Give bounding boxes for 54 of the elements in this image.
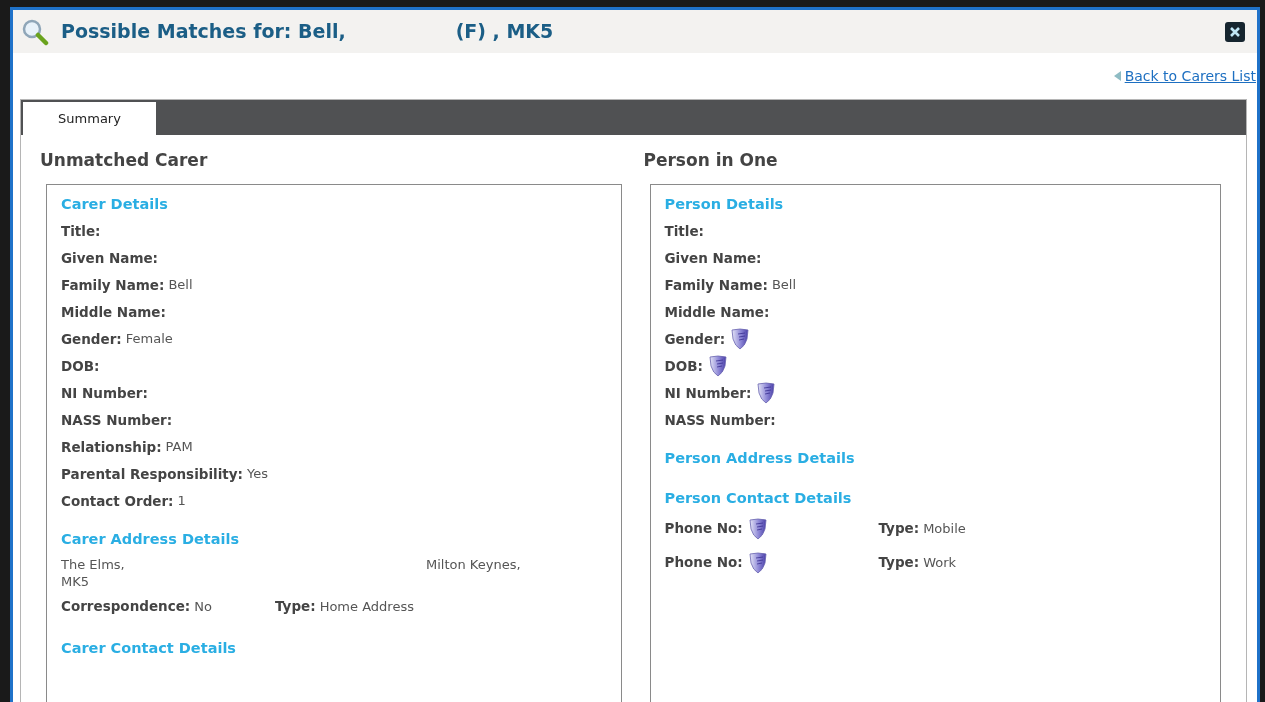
field-label: DOB: bbox=[664, 356, 703, 376]
section-title: Carer Details bbox=[61, 194, 169, 214]
field-label: Given Name: bbox=[664, 248, 762, 268]
section-title: Person Address Details bbox=[664, 448, 856, 468]
search-icon bbox=[21, 17, 49, 46]
field-label: Title: bbox=[664, 221, 704, 241]
field-value: Bell bbox=[771, 276, 797, 295]
field-label: NI Number: bbox=[61, 383, 148, 403]
field-label: Type: bbox=[275, 597, 316, 617]
field-value: 1 bbox=[177, 492, 186, 511]
close-button[interactable] bbox=[1225, 21, 1245, 42]
field-label: Correspondence: bbox=[61, 597, 191, 617]
field-label: NASS Number: bbox=[61, 410, 173, 430]
close-icon bbox=[1229, 25, 1241, 38]
panel-heading: Person in One bbox=[643, 149, 779, 172]
field-label: Gender: bbox=[664, 329, 726, 349]
field-label: Type: bbox=[878, 519, 920, 539]
panel-heading: Unmatched Carer bbox=[40, 149, 209, 172]
field-label: NI Number: bbox=[664, 383, 752, 403]
field-label: Contact Order: bbox=[61, 491, 174, 511]
field-label: Gender: bbox=[61, 329, 122, 349]
address-line: MK5 bbox=[61, 572, 90, 590]
window-title: Possible Matches for: Bell, bbox=[61, 19, 346, 45]
field-value: Mobile bbox=[923, 519, 966, 538]
tab[interactable]: Summary bbox=[23, 102, 156, 135]
field-label: Phone No: bbox=[664, 519, 743, 539]
field-label: DOB: bbox=[61, 356, 100, 376]
field-label: Family Name: bbox=[664, 275, 768, 295]
field-label: Type: bbox=[878, 553, 920, 573]
field-value: Bell bbox=[168, 276, 193, 295]
field-label: Given Name: bbox=[61, 248, 158, 268]
field-value: Home Address bbox=[319, 597, 414, 616]
section-title: Person Contact Details bbox=[664, 488, 853, 508]
section-title: Carer Address Details bbox=[61, 529, 241, 549]
field-value: Work bbox=[923, 553, 957, 572]
field-label: Middle Name: bbox=[664, 302, 770, 322]
window-title: (F) , MK5 bbox=[455, 19, 554, 45]
field-label: Title: bbox=[61, 221, 101, 241]
field-value: No bbox=[194, 597, 212, 616]
field-label: Middle Name: bbox=[61, 302, 166, 322]
field-value: PAM bbox=[165, 438, 193, 457]
field-value: Female bbox=[125, 330, 173, 349]
caret-left-icon bbox=[1113, 71, 1121, 81]
address-line: The Elms, bbox=[61, 555, 126, 573]
section-title: Carer Contact Details bbox=[61, 638, 237, 658]
back-link[interactable]: Back to Carers List bbox=[1124, 65, 1256, 87]
field-label: Family Name: bbox=[61, 275, 165, 295]
field-value: Yes bbox=[246, 465, 268, 484]
field-label: Parental Responsibility: bbox=[61, 464, 243, 484]
address-line: Milton Keynes, bbox=[426, 555, 521, 573]
field-label: Relationship: bbox=[61, 437, 162, 457]
field-label: Phone No: bbox=[664, 553, 743, 573]
field-label: NASS Number: bbox=[664, 410, 776, 430]
section-title: Person Details bbox=[664, 194, 785, 214]
